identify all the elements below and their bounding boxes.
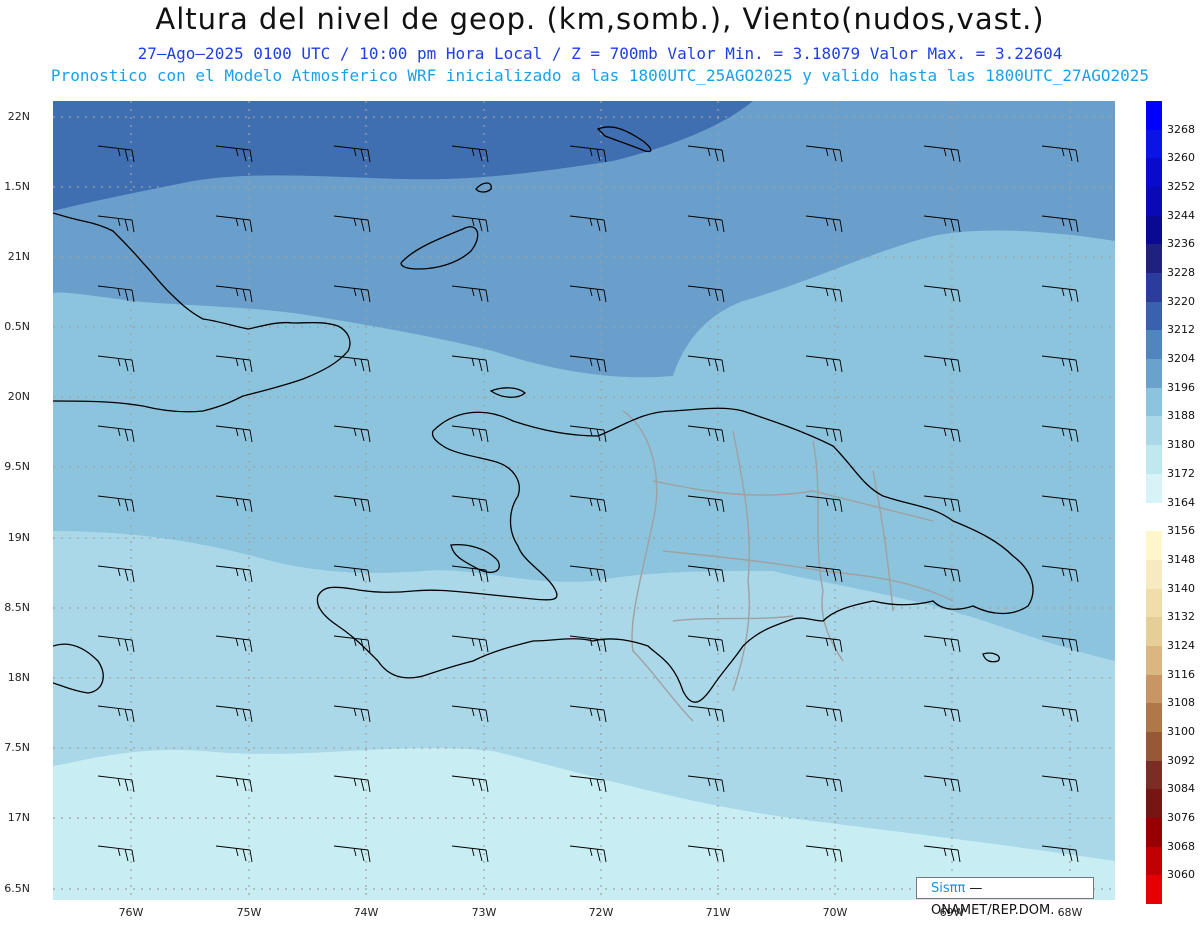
colorbar-label: 3156: [1167, 524, 1195, 538]
latitude-label: 0.5N: [4, 320, 30, 333]
colorbar-label: 3076: [1167, 810, 1195, 824]
colorbar-swatch: [1146, 645, 1162, 676]
latitude-label: 1.5N: [4, 180, 30, 193]
colorbar-label: 3164: [1167, 495, 1195, 509]
colorbar-label: 3084: [1167, 782, 1195, 796]
colorbar-label: 3108: [1167, 696, 1195, 710]
colorbar-swatch: [1146, 416, 1162, 446]
colorbar-swatch: [1146, 301, 1162, 331]
colorbar-label: 3092: [1167, 753, 1195, 767]
latitude-label: 20N: [7, 390, 30, 403]
latitude-label: 17N: [7, 811, 30, 824]
colorbar-label: 3204: [1167, 352, 1195, 366]
colorbar-swatch: [1146, 760, 1162, 790]
colorbar-label: 3196: [1167, 380, 1195, 394]
colorbar: [1146, 101, 1162, 905]
colorbar-swatch: [1146, 731, 1162, 762]
colorbar-label: 3268: [1167, 122, 1195, 136]
latitude-label: 8.5N: [4, 601, 30, 614]
credit-brand: Sisππ: [931, 881, 966, 896]
colorbar-swatch: [1146, 330, 1162, 360]
colorbar-label: 3068: [1167, 839, 1195, 853]
colorbar-swatch: [1146, 846, 1162, 876]
colorbar-label: 3132: [1167, 610, 1195, 624]
map-panel: [53, 101, 1115, 900]
latitude-label: 18N: [7, 671, 30, 684]
colorbar-label: 3228: [1167, 266, 1195, 280]
colorbar-swatch: [1146, 588, 1162, 618]
colorbar-swatch: [1146, 187, 1162, 217]
colorbar-label: 3236: [1167, 237, 1195, 251]
latitude-label: 7.5N: [4, 741, 30, 754]
colorbar-swatch: [1146, 445, 1162, 475]
colorbar-label: 3180: [1167, 438, 1195, 452]
colorbar-swatch: [1146, 244, 1162, 274]
colorbar-label: 3116: [1167, 667, 1195, 681]
colorbar-swatch: [1146, 617, 1162, 647]
colorbar-label: 3252: [1167, 180, 1195, 194]
colorbar-label: 3172: [1167, 466, 1195, 480]
colorbar-swatch: [1146, 789, 1162, 819]
longitude-label: 68W: [1057, 906, 1083, 919]
colorbar-swatch: [1146, 817, 1162, 848]
colorbar-swatch: [1146, 359, 1162, 389]
colorbar-swatch: [1146, 158, 1162, 188]
colorbar-label: 3260: [1167, 151, 1195, 165]
colorbar-swatch: [1146, 129, 1162, 159]
longitude-label: 74W: [353, 906, 379, 919]
colorbar-swatch: [1146, 703, 1162, 733]
latitude-label: 19N: [7, 531, 30, 544]
longitude-label: 72W: [588, 906, 614, 919]
colorbar-swatch: [1146, 875, 1162, 905]
longitude-label: 71W: [705, 906, 731, 919]
longitude-label: 76W: [118, 906, 144, 919]
colorbar-label: 3140: [1167, 581, 1195, 595]
map-canvas: [53, 101, 1115, 900]
colorbar-swatch: [1146, 273, 1162, 303]
map-subtitle-model: Pronostico con el Modelo Atmosferico WRF…: [50, 66, 1150, 85]
colorbar-swatch: [1146, 473, 1162, 503]
colorbar-label: 3124: [1167, 638, 1195, 652]
colorbar-label: 3244: [1167, 208, 1195, 222]
colorbar-label: 3220: [1167, 294, 1195, 308]
colorbar-swatch: [1146, 387, 1162, 417]
colorbar-swatch: [1146, 674, 1162, 704]
colorbar-label: 3100: [1167, 724, 1195, 738]
colorbar-label: 3148: [1167, 552, 1195, 566]
colorbar-label: 3060: [1167, 868, 1195, 882]
credit-box: Sisππ — ONAMET/REP.DOM.: [916, 877, 1094, 918]
colorbar-label: 3188: [1167, 409, 1195, 423]
longitude-label: 73W: [471, 906, 497, 919]
colorbar-swatch: [1146, 502, 1162, 532]
longitude-label: 70W: [822, 906, 848, 919]
latitude-label: 22N: [7, 110, 30, 123]
map-subtitle-time: 27—Ago—2025 0100 UTC / 10:00 pm Hora Loc…: [137, 44, 1063, 63]
longitude-label: 75W: [236, 906, 262, 919]
latitude-label: 6.5N: [4, 882, 30, 895]
latitude-label: 21N: [7, 250, 30, 263]
colorbar-swatch: [1146, 101, 1162, 131]
latitude-label: 9.5N: [4, 460, 30, 473]
colorbar-label: 3212: [1167, 323, 1195, 337]
colorbar-swatch: [1146, 559, 1162, 590]
colorbar-swatch: [1146, 215, 1162, 245]
map-title: Altura del nivel de geop. (km,somb.), Vi…: [155, 2, 1045, 36]
colorbar-swatch: [1146, 531, 1162, 561]
